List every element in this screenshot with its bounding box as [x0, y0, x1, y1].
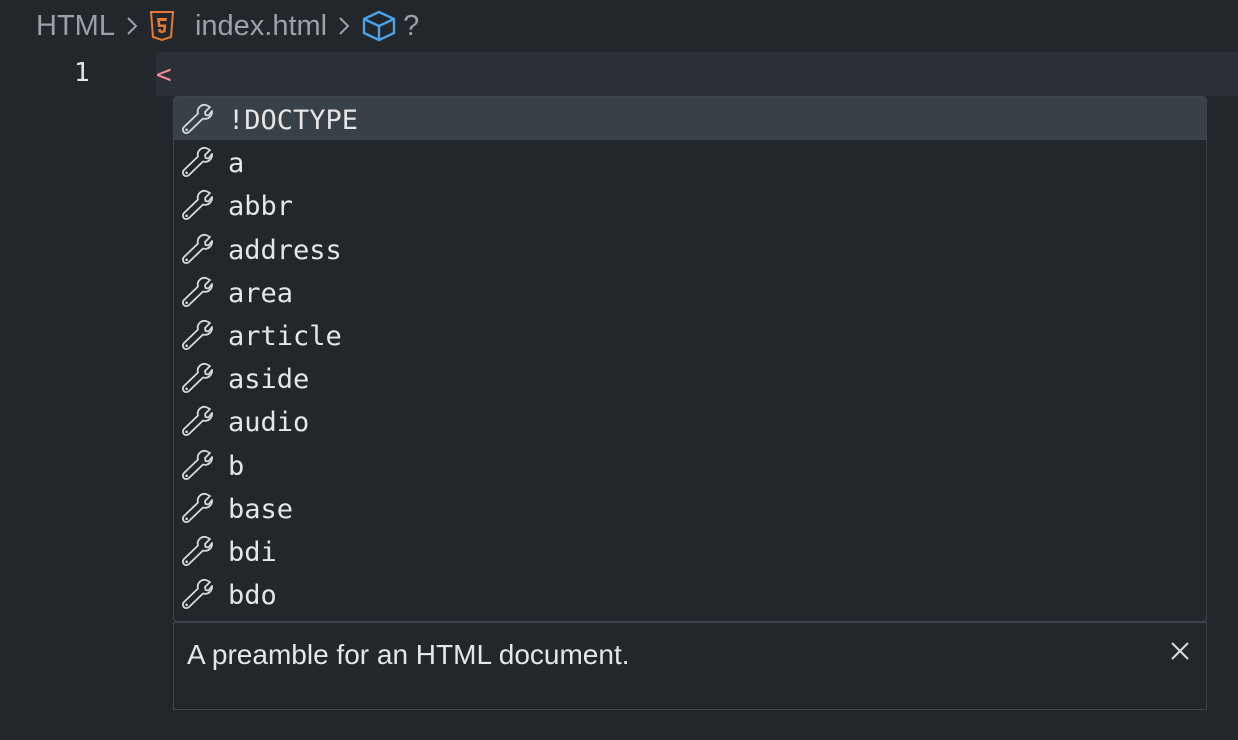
- line-number: 1: [74, 58, 90, 88]
- details-description: A preamble for an HTML document.: [187, 639, 630, 670]
- suggest-item-label: article: [228, 320, 342, 352]
- suggest-item-label: audio: [228, 407, 310, 439]
- suggest-item-label: area: [228, 277, 294, 309]
- wrench-icon: [181, 535, 213, 566]
- wrench-icon: [181, 492, 213, 523]
- suggest-item[interactable]: b: [174, 443, 1206, 486]
- wrench-icon: [181, 103, 213, 135]
- breadcrumb-file[interactable]: index.html: [195, 10, 327, 43]
- suggest-item-label: base: [228, 493, 294, 525]
- suggest-item[interactable]: base: [174, 486, 1206, 529]
- code-text[interactable]: <: [156, 60, 172, 90]
- wrench-icon: [181, 147, 213, 178]
- suggest-item[interactable]: audio: [174, 399, 1206, 442]
- chevron-right-icon: [339, 17, 350, 35]
- suggest-item[interactable]: address: [174, 227, 1206, 270]
- suggest-item-label: address: [228, 234, 342, 266]
- suggest-item[interactable]: !DOCTYPE: [174, 97, 1206, 141]
- suggest-details-pane: A preamble for an HTML document.: [173, 622, 1207, 710]
- breadcrumb-language[interactable]: HTML: [36, 10, 115, 43]
- suggest-item-label: abbr: [228, 191, 294, 223]
- suggest-item[interactable]: article: [174, 313, 1206, 356]
- current-line-highlight: [156, 52, 1238, 96]
- wrench-icon: [181, 579, 213, 610]
- suggest-item-label: b: [228, 450, 245, 482]
- suggest-item-label: bdo: [228, 580, 277, 612]
- wrench-icon: [181, 363, 213, 394]
- suggest-item-label: bdi: [228, 536, 277, 568]
- chevron-right-icon: [127, 17, 138, 35]
- suggest-item-label: aside: [228, 364, 310, 396]
- close-icon[interactable]: [1168, 639, 1192, 663]
- cube-icon: [362, 10, 396, 42]
- wrench-icon: [181, 233, 213, 264]
- suggest-item[interactable]: a: [174, 140, 1206, 183]
- wrench-icon: [181, 449, 213, 480]
- breadcrumb: HTML index.html ?: [36, 6, 419, 46]
- editor-window: HTML index.html ? 1 < !DOCTYPE a abbr ad…: [0, 0, 1238, 740]
- suggest-item[interactable]: aside: [174, 356, 1206, 399]
- suggest-item[interactable]: abbr: [174, 183, 1206, 226]
- wrench-icon: [181, 406, 213, 437]
- wrench-icon: [181, 276, 213, 307]
- html5-icon: [149, 11, 175, 41]
- editor-line[interactable]: 1 <: [0, 52, 1238, 96]
- wrench-icon: [181, 319, 213, 350]
- suggest-item[interactable]: area: [174, 270, 1206, 313]
- suggest-item[interactable]: bdo: [174, 572, 1206, 615]
- breadcrumb-symbol[interactable]: ?: [403, 10, 419, 43]
- suggest-widget[interactable]: !DOCTYPE a abbr address area article asi…: [173, 96, 1207, 622]
- suggest-item-label: !DOCTYPE: [228, 105, 359, 136]
- suggest-item-label: a: [228, 148, 245, 180]
- suggest-item[interactable]: bdi: [174, 529, 1206, 572]
- wrench-icon: [181, 190, 213, 221]
